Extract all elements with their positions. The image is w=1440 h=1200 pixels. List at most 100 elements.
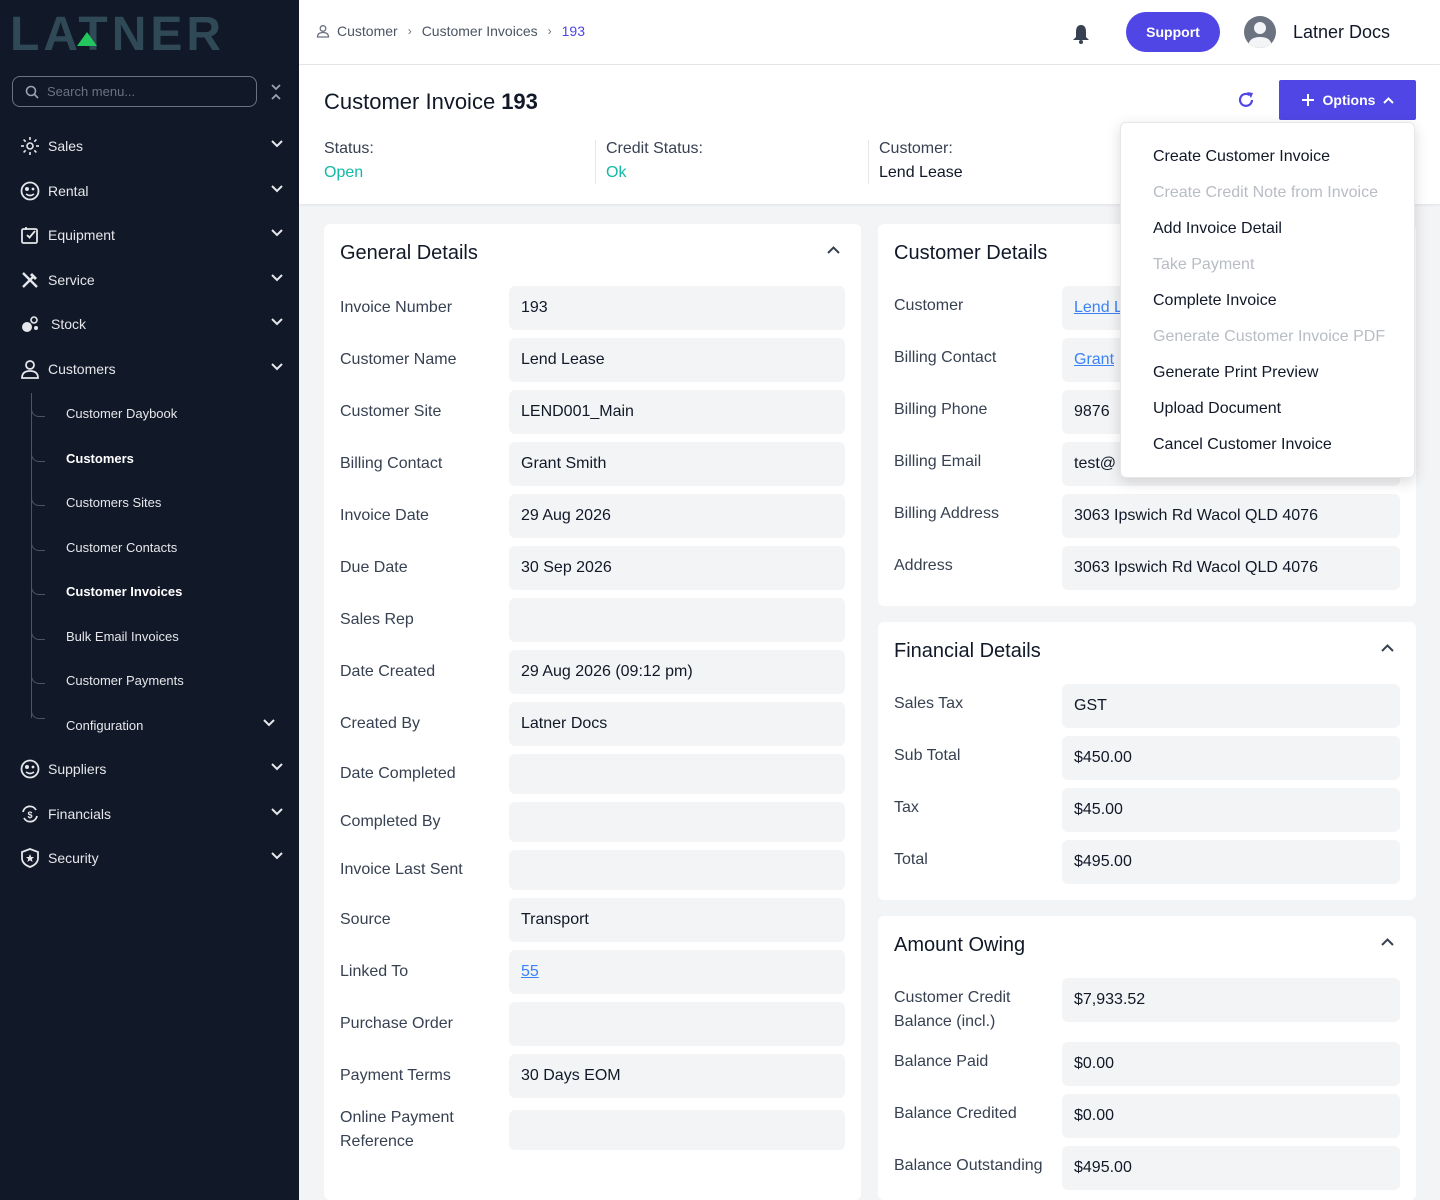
sidebar-subitem-customer-invoices[interactable]: Customer Invoices bbox=[0, 571, 299, 611]
sidebar-subitem-customer-contacts[interactable]: Customer Contacts bbox=[0, 527, 299, 567]
balance-paid-field: $0.00 bbox=[1062, 1042, 1400, 1086]
breadcrumb-current: 193 bbox=[561, 23, 585, 39]
field-label: Sales Rep bbox=[340, 611, 414, 628]
linked-to-field: 55 bbox=[509, 950, 845, 994]
billing-contact-link[interactable]: Grant bbox=[1074, 351, 1114, 369]
search-menu-input[interactable] bbox=[47, 84, 237, 99]
field-value: Transport bbox=[521, 911, 589, 928]
field-value: $45.00 bbox=[1074, 801, 1123, 818]
card-title: General Details bbox=[340, 242, 478, 264]
field-label: Customer bbox=[894, 297, 964, 314]
purchase-order-field bbox=[509, 1002, 845, 1046]
sales-rep-field bbox=[509, 598, 845, 642]
top-bar: Customer › Customer Invoices › 193 Suppo… bbox=[299, 0, 1440, 65]
sidebar-item-security[interactable]: Security bbox=[0, 838, 299, 878]
sidebar-item-label: Stock bbox=[51, 316, 87, 332]
options-button[interactable]: Options bbox=[1279, 80, 1416, 120]
menu-item-create-customer-invoice[interactable]: Create Customer Invoice bbox=[1153, 148, 1330, 166]
field-label: Source bbox=[340, 911, 391, 928]
field-label: Balance Credited bbox=[894, 1105, 1017, 1122]
amount-owing-card: Amount Owing Customer Credit Balance (in… bbox=[878, 916, 1416, 1200]
date-created-field: 29 Aug 2026 (09:12 pm) bbox=[509, 650, 845, 694]
chevron-up-icon bbox=[1383, 96, 1395, 104]
field-label: Billing Contact bbox=[894, 349, 997, 366]
bell-icon[interactable] bbox=[1072, 24, 1090, 44]
stock-icon bbox=[19, 314, 40, 335]
invoice-number: 193 bbox=[501, 89, 538, 114]
collapse-menu-icon[interactable] bbox=[268, 82, 284, 102]
menu-item-complete-invoice[interactable]: Complete Invoice bbox=[1153, 292, 1277, 310]
field-value: 193 bbox=[521, 299, 548, 316]
field-label: Tax bbox=[894, 799, 919, 816]
sidebar-subitem-customers-sites[interactable]: Customers Sites bbox=[0, 482, 299, 522]
chevron-down-icon bbox=[271, 185, 283, 193]
sidebar-subitem-customer-daybook[interactable]: Customer Daybook bbox=[0, 393, 299, 433]
sidebar-item-equipment[interactable]: Equipment bbox=[0, 215, 299, 255]
breadcrumb: Customer › Customer Invoices › 193 bbox=[316, 23, 585, 39]
card-title: Customer Details bbox=[894, 242, 1048, 264]
sidebar-item-service[interactable]: Service bbox=[0, 260, 299, 300]
customer-site-field: LEND001_Main bbox=[509, 390, 845, 434]
sidebar-item-financials[interactable]: $ Financials bbox=[0, 794, 299, 834]
menu-item-add-invoice-detail[interactable]: Add Invoice Detail bbox=[1153, 220, 1282, 238]
refresh-icon[interactable] bbox=[1236, 90, 1256, 110]
field-label: Linked To bbox=[340, 963, 409, 980]
sidebar-subitem-label: Customer Daybook bbox=[66, 405, 178, 421]
chevron-down-icon bbox=[271, 318, 283, 326]
sidebar-subitem-label: Customers bbox=[66, 450, 134, 466]
field-value: test@ bbox=[1074, 455, 1117, 472]
sidebar-subitem-bulk-email-invoices[interactable]: Bulk Email Invoices bbox=[0, 616, 299, 656]
chevron-up-icon[interactable] bbox=[1381, 644, 1394, 652]
field-label: Purchase Order bbox=[340, 1015, 453, 1032]
breadcrumb-customer[interactable]: Customer bbox=[337, 23, 398, 39]
sidebar-item-sales[interactable]: Sales bbox=[0, 126, 299, 166]
customer-link[interactable]: Lend L bbox=[1074, 299, 1123, 317]
chevron-down-icon bbox=[271, 274, 283, 282]
chevron-up-icon[interactable] bbox=[1381, 938, 1394, 946]
sidebar-subitem-configuration[interactable]: Configuration bbox=[0, 705, 299, 745]
field-value: 30 Sep 2026 bbox=[521, 559, 612, 576]
menu-item-generate-print-preview[interactable]: Generate Print Preview bbox=[1153, 364, 1318, 382]
tax-field: $45.00 bbox=[1062, 788, 1400, 832]
customer-field: Customer: Lend Lease bbox=[879, 140, 963, 182]
field-value: 9876 bbox=[1074, 403, 1110, 420]
menu-item-cancel-customer-invoice[interactable]: Cancel Customer Invoice bbox=[1153, 436, 1332, 454]
sidebar-item-stock[interactable]: Stock bbox=[0, 304, 299, 344]
field-value: $450.00 bbox=[1074, 749, 1132, 766]
sidebar-subitem-label: Bulk Email Invoices bbox=[66, 628, 179, 644]
chevron-up-icon[interactable] bbox=[827, 246, 840, 254]
due-date-field: 30 Sep 2026 bbox=[509, 546, 845, 590]
search-menu-field[interactable] bbox=[12, 76, 257, 107]
sidebar-subitem-customers[interactable]: Customers bbox=[0, 438, 299, 478]
user-name[interactable]: Latner Docs bbox=[1293, 22, 1390, 43]
field-label: Sales Tax bbox=[894, 695, 964, 712]
sidebar-item-suppliers[interactable]: Suppliers bbox=[0, 749, 299, 789]
sidebar-item-rental[interactable]: Rental bbox=[0, 171, 299, 211]
financials-icon: $ bbox=[19, 804, 40, 825]
sidebar-item-label: Customers bbox=[48, 361, 116, 377]
field-label: Created By bbox=[340, 715, 421, 732]
linked-to-link[interactable]: 55 bbox=[521, 963, 539, 981]
menu-item-upload-document[interactable]: Upload Document bbox=[1153, 400, 1281, 418]
page-title-text: Customer Invoice bbox=[324, 89, 496, 114]
field-value: $495.00 bbox=[1074, 1159, 1132, 1176]
balance-outstanding-field: $495.00 bbox=[1062, 1146, 1400, 1190]
field-label: Address bbox=[894, 557, 953, 574]
sidebar-subitem-customer-payments[interactable]: Customer Payments bbox=[0, 660, 299, 700]
sidebar-item-label: Suppliers bbox=[48, 761, 107, 777]
sidebar-subitem-label: Configuration bbox=[66, 717, 144, 733]
billing-address-field: 3063 Ipswich Rd Wacol QLD 4076 bbox=[1062, 494, 1400, 538]
sidebar-item-customers[interactable]: Customers bbox=[0, 349, 299, 389]
sidebar-item-label: Service bbox=[48, 272, 95, 288]
field-value: 29 Aug 2026 (09:12 pm) bbox=[521, 663, 693, 680]
chevron-down-icon bbox=[271, 140, 283, 148]
support-button[interactable]: Support bbox=[1126, 12, 1220, 52]
breadcrumb-customer-invoices[interactable]: Customer Invoices bbox=[422, 23, 538, 39]
field-value: $0.00 bbox=[1074, 1107, 1115, 1124]
status-field: Status: Open bbox=[324, 140, 374, 182]
avatar[interactable] bbox=[1244, 16, 1276, 48]
sidebar-item-label: Equipment bbox=[48, 227, 115, 243]
page-title: Customer Invoice 193 bbox=[324, 89, 538, 115]
source-field: Transport bbox=[509, 898, 845, 942]
sales-icon bbox=[19, 136, 40, 157]
